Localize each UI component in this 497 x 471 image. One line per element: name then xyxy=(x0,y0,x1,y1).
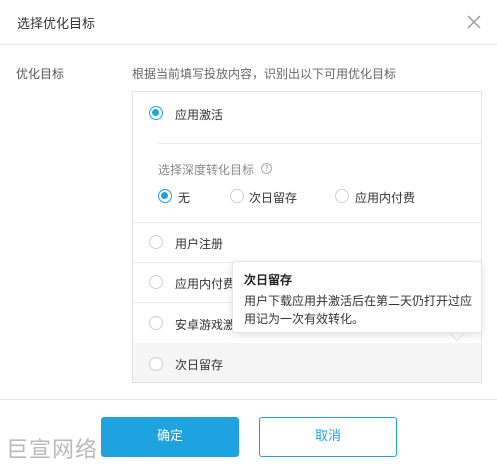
option-label-in-app-payment[interactable]: 应用内付费 xyxy=(175,275,235,292)
watermark: 巨宣网络 xyxy=(6,438,99,463)
option-label-user-registration[interactable]: 用户注册 xyxy=(175,235,223,252)
option-row-next-day-retention[interactable]: 次日留存 xyxy=(133,343,481,382)
help-icon[interactable]: ? xyxy=(261,163,272,174)
field-label: 优化目标 xyxy=(16,67,65,81)
deep-conversion-title: 选择深度转化目标 xyxy=(158,163,255,177)
tooltip-body: 用户下载应用并激活后在第二天仍打开过应用记为一次有效转化。 xyxy=(244,294,473,326)
radio-deep-none[interactable] xyxy=(158,189,172,203)
tooltip: 次日留存 用户下载应用并激活后在第二天仍打开过应用记为一次有效转化。 xyxy=(232,261,482,333)
option-label-deep-in-app-payment[interactable]: 应用内付费 xyxy=(355,189,415,206)
footer-divider xyxy=(0,399,497,400)
cancel-button[interactable]: 取消 xyxy=(259,417,397,457)
option-label-deep-none[interactable]: 无 xyxy=(178,189,190,206)
options-box: 应用激活 选择深度转化目标 ? 无 次日留存 应用内付费 用户注册 应用内付费 … xyxy=(132,91,482,383)
radio-in-app-payment[interactable] xyxy=(149,275,163,289)
tooltip-title: 次日留存 xyxy=(244,273,293,287)
radio-app-activation[interactable] xyxy=(149,106,163,120)
field-hint: 根据当前填写投放内容，识别出以下可用优化目标 xyxy=(132,67,397,81)
option-label-deep-next-day-retention[interactable]: 次日留存 xyxy=(249,189,297,206)
option-label-app-activation[interactable]: 应用激活 xyxy=(175,106,223,123)
radio-deep-in-app-payment[interactable] xyxy=(335,189,349,203)
divider xyxy=(158,143,481,144)
option-label-next-day-retention[interactable]: 次日留存 xyxy=(175,356,223,373)
confirm-button[interactable]: 确定 xyxy=(101,417,239,457)
radio-user-registration[interactable] xyxy=(149,235,163,249)
close-icon[interactable] xyxy=(466,14,482,30)
radio-android-game-activation[interactable] xyxy=(149,316,163,330)
dialog-header: 选择优化目标 xyxy=(0,0,497,45)
radio-next-day-retention[interactable] xyxy=(149,357,163,371)
dialog-title: 选择优化目标 xyxy=(17,17,96,32)
radio-deep-next-day-retention[interactable] xyxy=(230,189,244,203)
divider xyxy=(133,222,481,223)
option-label-android-game-activation[interactable]: 安卓游戏激 xyxy=(175,316,235,333)
